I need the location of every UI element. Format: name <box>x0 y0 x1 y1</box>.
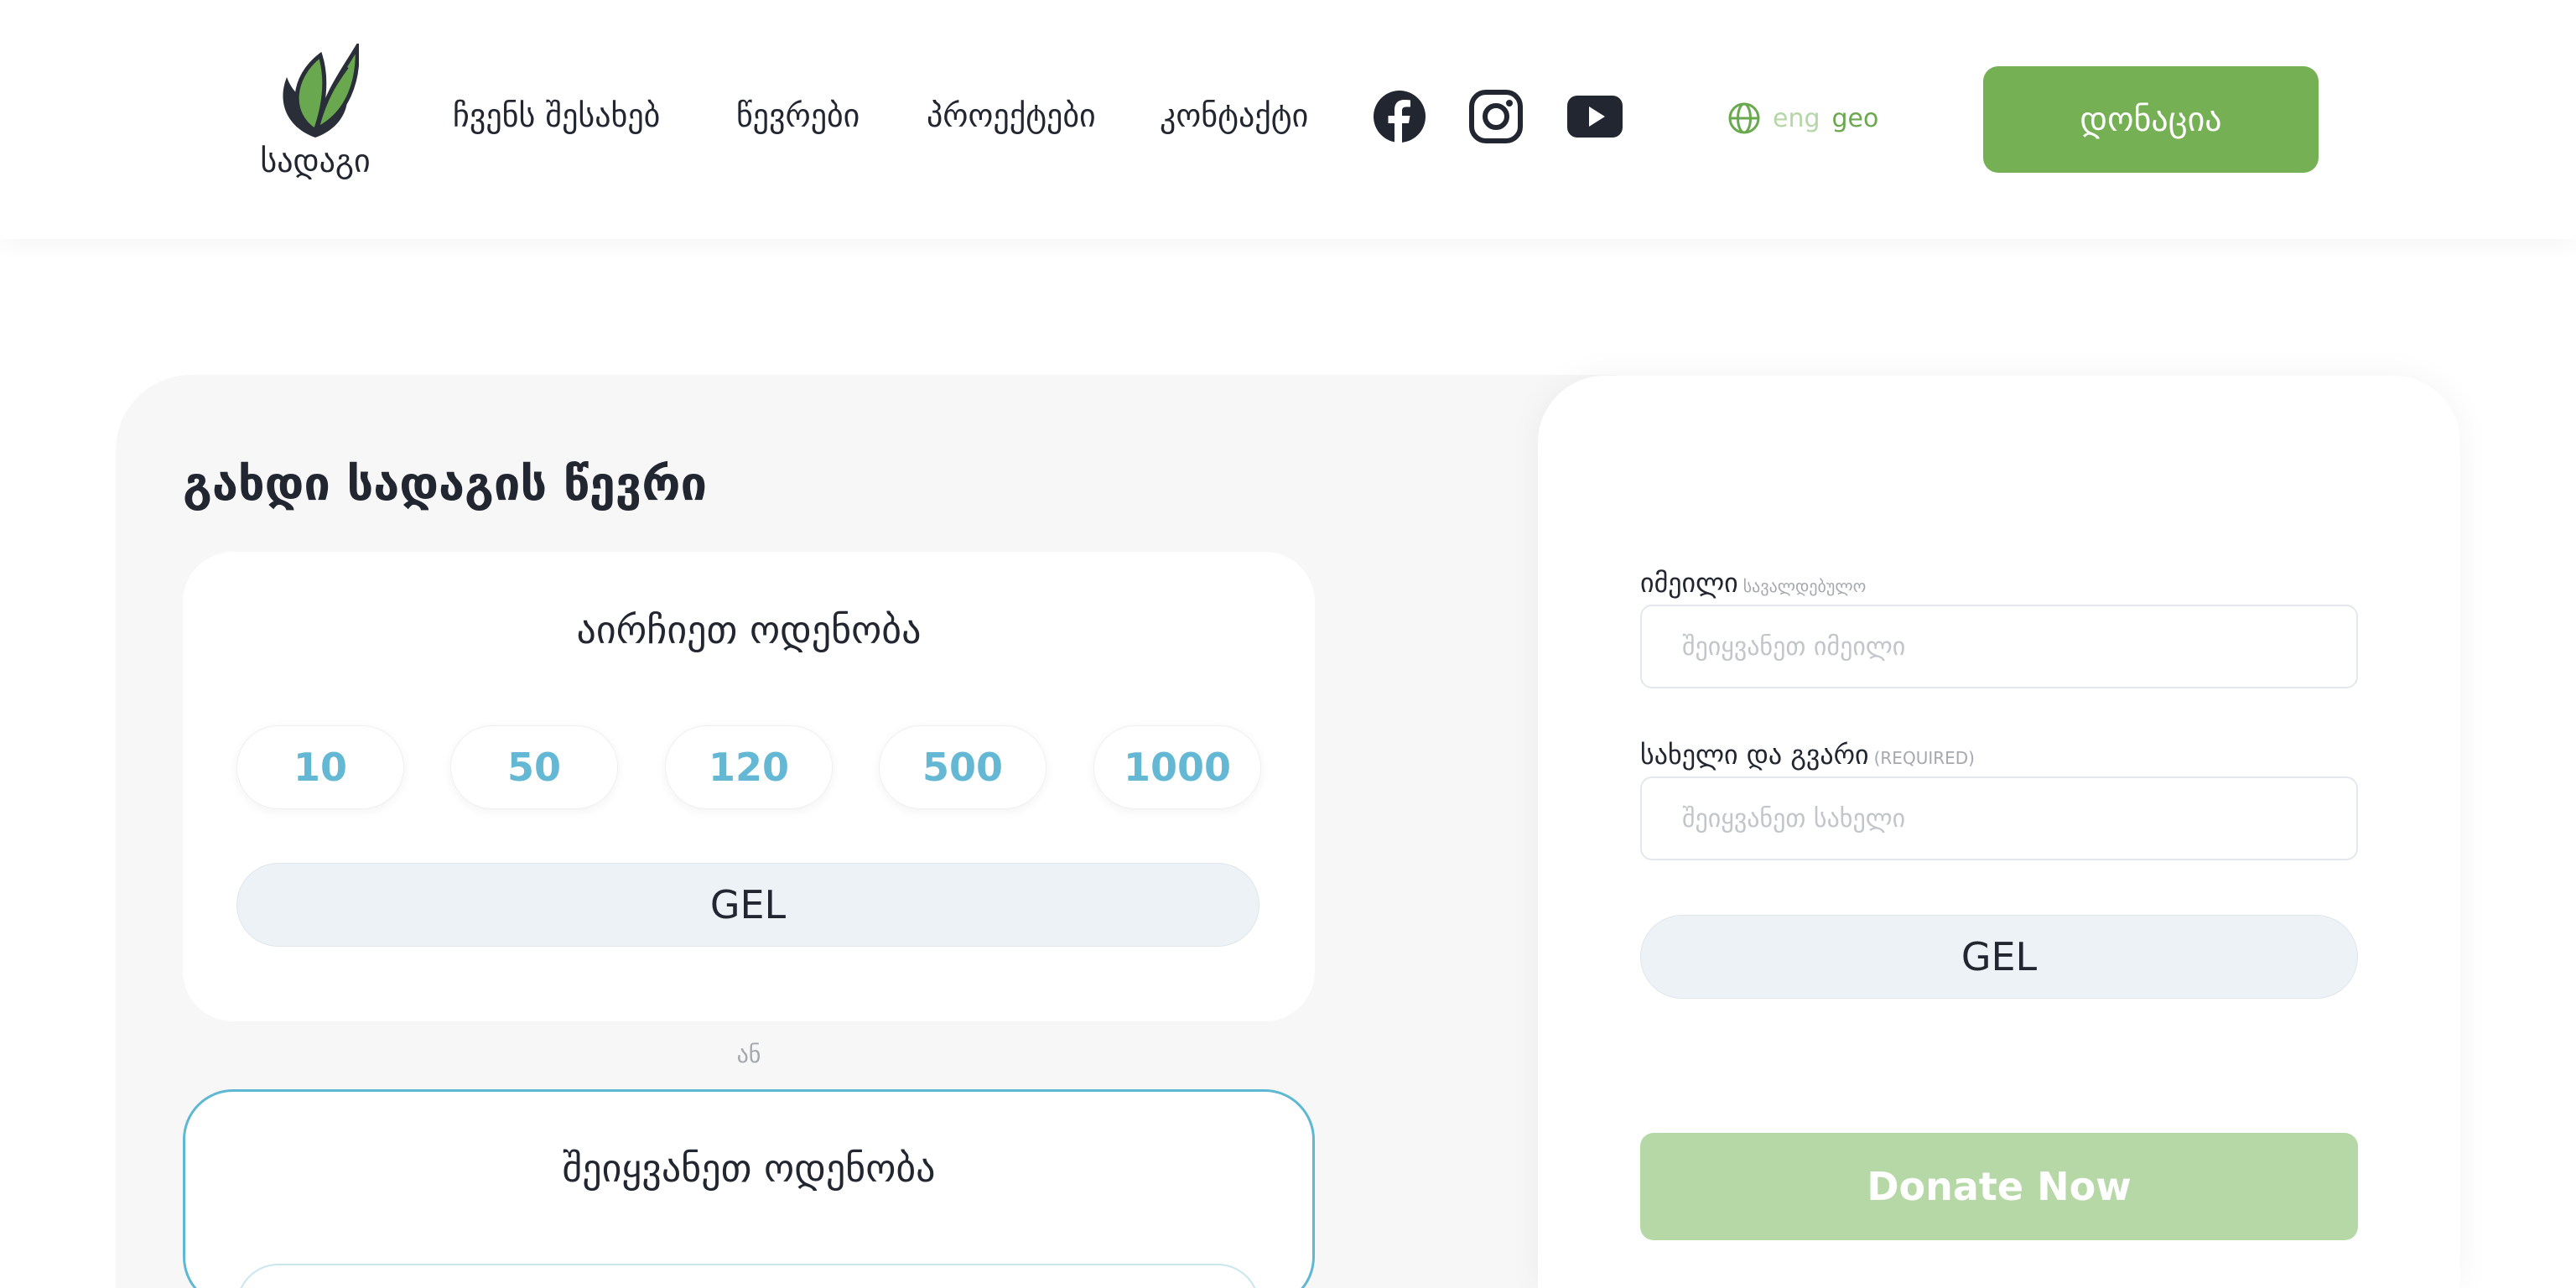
leaf-logo-icon <box>283 44 359 138</box>
facebook-icon[interactable] <box>1373 90 1426 147</box>
custom-amount-input[interactable] <box>236 1264 1259 1288</box>
name-label-text: სახელი და გვარი <box>1640 739 1869 771</box>
logo-text: სადაგი <box>260 143 371 179</box>
nav-item-about[interactable]: ჩვენს შესახებ <box>453 97 660 134</box>
or-separator: ან <box>736 1041 761 1068</box>
logo[interactable]: სადაგი <box>252 44 379 188</box>
nav-item-projects[interactable]: პროექტები <box>927 97 1096 134</box>
language-option-eng[interactable]: eng <box>1773 104 1820 133</box>
amount-option-50[interactable]: 50 <box>450 725 618 809</box>
email-label: იმეილი სავალდებულო <box>1640 567 1866 599</box>
name-field[interactable]: შეიყვანეთ სახელი <box>1640 776 2358 860</box>
donate-now-button[interactable]: Donate Now <box>1640 1133 2358 1240</box>
site-header: სადაგი ჩვენს შესახებ წევრები პროექტები კ… <box>0 0 2576 239</box>
amount-option-10[interactable]: 10 <box>236 725 404 809</box>
email-label-text: იმეილი <box>1640 567 1738 599</box>
instagram-icon[interactable] <box>1469 90 1523 147</box>
globe-icon <box>1728 102 1760 134</box>
name-required-hint: (REQUIRED) <box>1873 748 1975 768</box>
donate-header-button[interactable]: დონაცია <box>1983 66 2319 173</box>
language-option-geo[interactable]: geo <box>1832 104 1879 133</box>
amount-option-1000[interactable]: 1000 <box>1093 725 1261 809</box>
nav-item-contact[interactable]: კონტაქტი <box>1160 97 1308 134</box>
nav-item-members[interactable]: წევრები <box>736 97 860 134</box>
email-field[interactable]: შეიყვანეთ იმეილი <box>1640 605 2358 688</box>
custom-amount-heading: შეიყვანეთ ოდენობა <box>562 1145 936 1191</box>
preset-amount-heading: აირჩიეთ ოდენობა <box>576 607 922 652</box>
form-currency-select[interactable]: GEL <box>1640 915 2358 999</box>
youtube-icon[interactable] <box>1566 90 1623 147</box>
email-required-hint: სავალდებულო <box>1742 576 1867 596</box>
amount-option-120[interactable]: 120 <box>665 725 833 809</box>
amount-option-500[interactable]: 500 <box>879 725 1046 809</box>
page-title: გახდი სადაგის წევრი <box>183 457 708 512</box>
name-label: სახელი და გვარი (REQUIRED) <box>1640 739 1975 771</box>
custom-amount-card: შეიყვანეთ ოდენობა <box>183 1089 1315 1288</box>
language-switcher: eng geo <box>1727 101 1878 135</box>
currency-select[interactable]: GEL <box>236 863 1259 947</box>
